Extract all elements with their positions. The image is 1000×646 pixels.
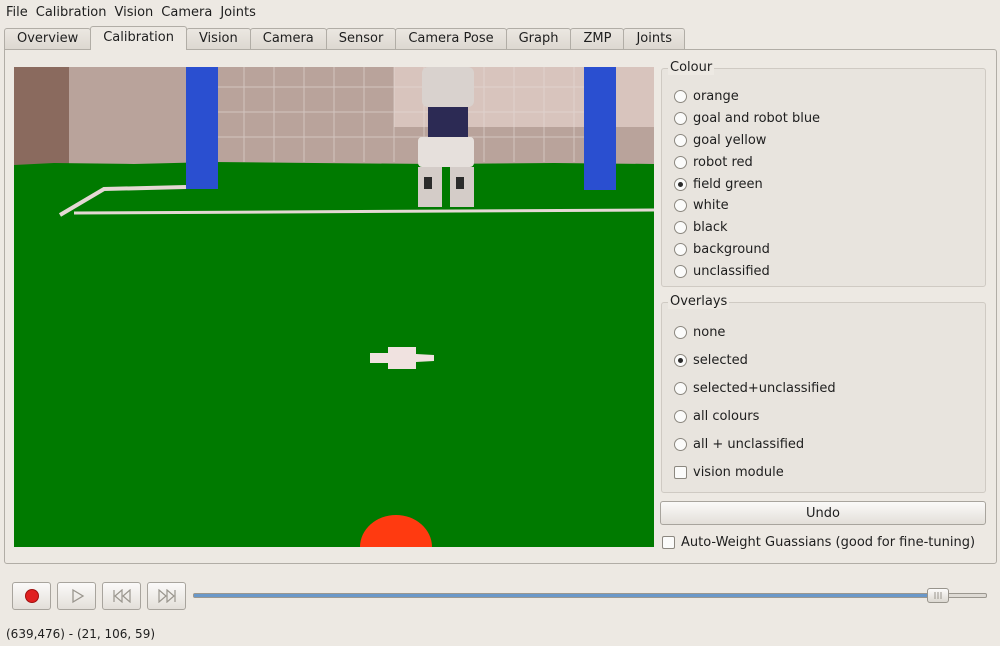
auto-weight-checkbox[interactable]: [662, 535, 675, 549]
tab-vision[interactable]: Vision: [185, 28, 251, 50]
menu-file[interactable]: File: [2, 0, 32, 25]
tab-zmp[interactable]: ZMP: [570, 28, 625, 50]
tab-bar: Overview Calibration Vision Camera Senso…: [4, 26, 685, 50]
radio-overlay-selected[interactable]: selected: [674, 350, 748, 370]
radio-indicator[interactable]: [674, 133, 687, 147]
radio-indicator[interactable]: [674, 409, 687, 423]
grip-icon: [934, 592, 942, 599]
radio-robot-red[interactable]: robot red: [674, 152, 753, 172]
radio-indicator[interactable]: [674, 198, 687, 212]
overlays-group: Overlays none selected selected+unclassi…: [661, 294, 986, 493]
auto-weight-row[interactable]: Auto-Weight Guassians (good for fine-tun…: [662, 532, 975, 552]
vision-module-checkbox-row[interactable]: vision module: [674, 462, 784, 482]
record-icon: [24, 589, 39, 603]
radio-field-green[interactable]: field green: [674, 174, 763, 194]
radio-indicator[interactable]: [674, 264, 687, 278]
radio-indicator[interactable]: [674, 89, 687, 103]
menu-joints[interactable]: Joints: [216, 0, 260, 25]
status-text: (639,476) - (21, 106, 59): [6, 627, 156, 641]
rewind-button[interactable]: [102, 582, 141, 610]
tab-graph[interactable]: Graph: [505, 28, 572, 50]
radio-indicator[interactable]: [674, 325, 687, 339]
tab-overview[interactable]: Overview: [4, 28, 92, 50]
colour-group-title: Colour: [668, 60, 715, 75]
rewind-icon: [112, 589, 131, 603]
radio-indicator[interactable]: [674, 220, 687, 234]
tab-camera-pose[interactable]: Camera Pose: [395, 28, 507, 50]
menu-vision[interactable]: Vision: [111, 0, 158, 25]
radio-overlay-none[interactable]: none: [674, 322, 725, 342]
radio-unclassified[interactable]: unclassified: [674, 261, 770, 281]
radio-indicator[interactable]: [674, 381, 687, 395]
radio-orange[interactable]: orange: [674, 86, 739, 106]
radio-goal-and-robot-blue[interactable]: goal and robot blue: [674, 108, 820, 128]
timeline-slider[interactable]: [193, 588, 987, 603]
undo-button[interactable]: Undo: [660, 501, 986, 525]
tab-camera[interactable]: Camera: [249, 28, 327, 50]
timeline-slider-fill: [194, 594, 938, 597]
radio-indicator[interactable]: [674, 155, 687, 169]
radio-indicator[interactable]: [674, 353, 687, 367]
spectator-legs: [14, 67, 69, 167]
camera-image[interactable]: [14, 67, 654, 547]
play-icon: [71, 588, 84, 604]
field-green: [14, 162, 654, 547]
radio-indicator[interactable]: [674, 242, 687, 256]
radio-background[interactable]: background: [674, 239, 770, 259]
fast-forward-icon: [157, 589, 176, 603]
camera-image-render: [14, 67, 654, 547]
radio-indicator[interactable]: [674, 437, 687, 451]
tab-sensor[interactable]: Sensor: [325, 28, 397, 50]
goal-post-left: [186, 67, 218, 189]
radio-black[interactable]: black: [674, 217, 728, 237]
menu-bar: File Calibration Vision Camera Joints: [0, 0, 1000, 25]
overlays-group-title: Overlays: [668, 294, 730, 309]
play-button[interactable]: [57, 582, 96, 610]
record-button[interactable]: [12, 582, 51, 610]
menu-camera[interactable]: Camera: [157, 0, 216, 25]
radio-indicator[interactable]: [674, 111, 687, 125]
fast-forward-button[interactable]: [147, 582, 186, 610]
radio-white[interactable]: white: [674, 195, 729, 215]
tab-calibration[interactable]: Calibration: [90, 26, 187, 50]
colour-group: Colour orange goal and robot blue goal y…: [661, 60, 986, 287]
radio-goal-yellow[interactable]: goal yellow: [674, 130, 766, 150]
menu-calibration[interactable]: Calibration: [32, 0, 111, 25]
radio-overlay-selected-unclassified[interactable]: selected+unclassified: [674, 378, 836, 398]
undo-button-label: Undo: [806, 505, 840, 521]
radio-overlay-all-unclassified[interactable]: all + unclassified: [674, 434, 804, 454]
radio-indicator[interactable]: [674, 177, 687, 191]
goal-post-right: [584, 67, 616, 190]
tab-joints[interactable]: Joints: [623, 28, 685, 50]
timeline-slider-handle[interactable]: [927, 588, 949, 603]
radio-overlay-all-colours[interactable]: all colours: [674, 406, 759, 426]
vision-module-checkbox[interactable]: [674, 465, 687, 479]
